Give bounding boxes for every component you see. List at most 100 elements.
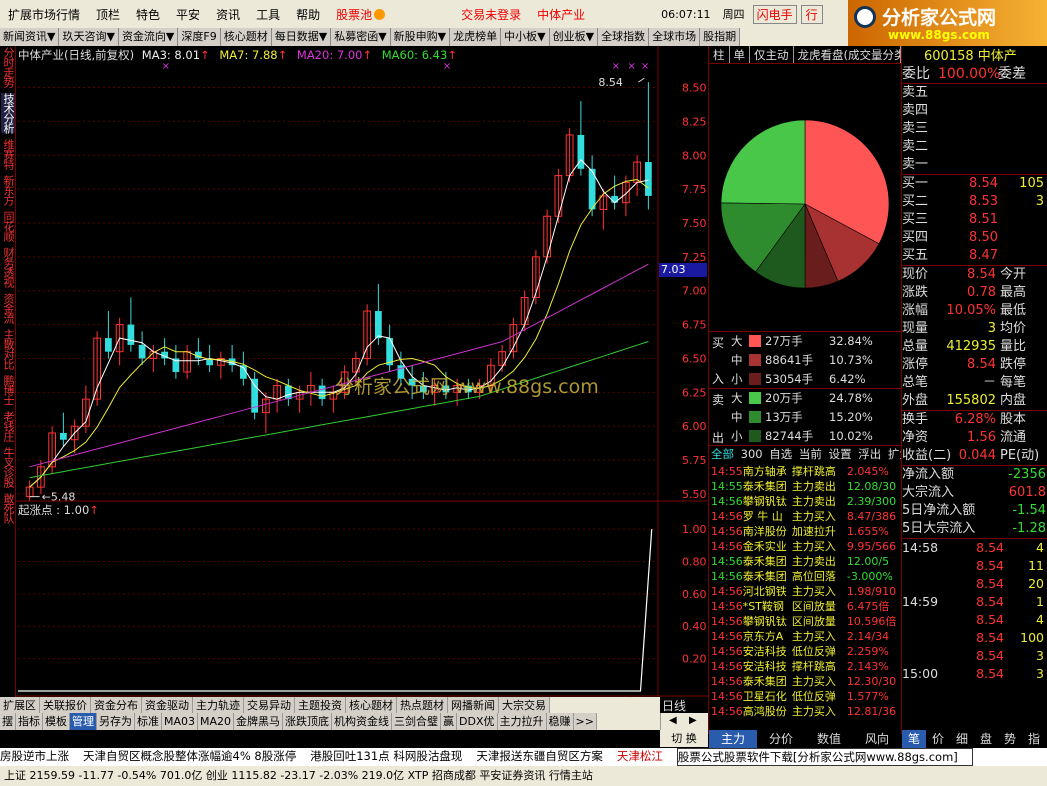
left-tab-weisaite[interactable]: 维赛特	[1, 139, 15, 169]
quote-tab[interactable]: 细	[950, 730, 974, 748]
ind-tab-golden-horse[interactable]: 金牌黑马	[234, 713, 284, 730]
trade-alert-row[interactable]: 14:56 *ST鞍钢 区间放量 6.475倍	[711, 599, 901, 614]
filter-current[interactable]: 当前	[799, 447, 822, 461]
ext-tab-area[interactable]: 扩展区	[0, 697, 40, 714]
row-button[interactable]: 行	[800, 4, 823, 24]
flow-bottom-tab-value[interactable]: 数值	[805, 730, 853, 748]
ext-tab-webcast[interactable]: 网播新闻	[448, 697, 499, 714]
menu-item-features[interactable]: 特色	[128, 6, 168, 23]
toolbar-global-market[interactable]: 全球市场	[649, 28, 701, 46]
quote-tab[interactable]: 势	[998, 730, 1022, 748]
ind-tab-manage[interactable]: 管理	[70, 713, 97, 730]
flow-tab-dragon[interactable]: 龙虎看盘(成交量分类)	[794, 46, 901, 63]
ind-tab-ddx[interactable]: DDX优	[457, 713, 498, 730]
filter-expand[interactable]: 扩大	[888, 447, 901, 461]
quote-tab[interactable]: 笔	[902, 730, 926, 748]
scroll-arrows[interactable]: ◀ ▶	[660, 713, 708, 730]
ext-tab-hot[interactable]: 热点题材	[397, 697, 448, 714]
ind-prefix[interactable]: 摆	[0, 713, 16, 730]
toolbar-private[interactable]: 私募密函▼	[331, 28, 391, 46]
menu-item-extended-market[interactable]: 扩展市场行情	[0, 6, 88, 23]
ext-tab-capital-drive[interactable]: 资金驱动	[142, 697, 193, 714]
ticker-item[interactable]: 天津报送东疆自贸区方案	[476, 748, 617, 766]
switch-button[interactable]: 切 换	[660, 730, 708, 747]
flow-tab-single[interactable]: 单	[730, 46, 750, 63]
ind-tab-topbottom[interactable]: 涨跌顶底	[283, 713, 333, 730]
left-tab-main-retail[interactable]: 主散对比	[1, 329, 15, 369]
trade-alert-row[interactable]: 14:56 京东方A 主力买入 2.14/34	[711, 629, 901, 644]
toolbar-core-theme[interactable]: 核心题材	[220, 28, 272, 46]
ticker-item[interactable]: 天津自贸区概念股整体涨幅逾4% 8股涨停	[83, 748, 310, 766]
trade-alert-row[interactable]: 14:56 河北钢铁 主力买入 1.98/910	[711, 584, 901, 599]
left-tab-capital[interactable]: 资金流	[1, 293, 15, 323]
toolbar-capital-flow[interactable]: 资金流向▼	[118, 28, 179, 46]
trade-alert-row[interactable]: 14:56 泰禾集团 主力卖出 12.00/5	[711, 554, 901, 569]
scroll-left-icon[interactable]: ◀	[669, 715, 677, 726]
trade-alert-row[interactable]: 14:56 安洁科技 撑杆跳高 2.143%	[711, 659, 901, 674]
ticker-item[interactable]: 天津松江	[617, 748, 677, 766]
stock-pool-menu[interactable]: 股票池	[328, 6, 393, 23]
toolbar-daily-data[interactable]: 每日数据▼	[271, 28, 332, 46]
news-ticker[interactable]: 房股逆市上涨 天津自贸区概念股整体涨幅逾4% 8股涨停 港股回吐131点 科网股…	[0, 748, 1047, 766]
left-tab-technical[interactable]: 技术分析	[1, 93, 15, 133]
filter-float[interactable]: 浮出	[858, 447, 881, 461]
filter-all[interactable]: 全部	[711, 447, 734, 461]
filter-settings[interactable]: 设置	[829, 447, 852, 461]
quote-tab[interactable]: 指	[1022, 730, 1046, 748]
toolbar-news[interactable]: 新闻资讯▼	[0, 28, 60, 46]
ind-tab-inst-capital[interactable]: 机构资金线	[332, 713, 393, 730]
ext-tab-capital-dist[interactable]: 资金分布	[91, 697, 142, 714]
toolbar-sme[interactable]: 中小板▼	[501, 28, 550, 46]
filter-300[interactable]: 300	[741, 447, 763, 461]
trade-status[interactable]: 交易未登录	[453, 6, 529, 23]
menu-item-topbar[interactable]: 顶栏	[88, 6, 128, 23]
menu-item-tools[interactable]: 工具	[248, 6, 288, 23]
trade-alert-row[interactable]: 14:56 攀钢钒钛 区间放量 10.596倍	[711, 614, 901, 629]
period-label[interactable]: 日线	[662, 697, 686, 714]
left-tab-gansidui[interactable]: 敢死队	[1, 493, 15, 523]
left-tab-niucha[interactable]: 牛叉诊股	[1, 447, 15, 487]
toolbar-global-index[interactable]: 全球指数	[598, 28, 650, 46]
trade-alert-row[interactable]: 14:56 罗 牛 山主力买入 8.47/386	[711, 509, 901, 524]
trade-alert-row[interactable]: 14:55 南方轴承 撑杆跳高 2.045%	[711, 464, 901, 479]
ind-tab-standard[interactable]: 标准	[135, 713, 162, 730]
flash-trade-button[interactable]: 闪电手	[752, 4, 797, 24]
scroll-right-icon[interactable]: ▶	[689, 715, 697, 726]
trade-alert-row[interactable]: 14:56 金禾实业 主力买入 9.95/566	[711, 539, 901, 554]
ext-tab-related[interactable]: 关联报价	[40, 697, 91, 714]
trade-alert-row[interactable]: 14:55 泰禾集团 主力卖出 12.08/30	[711, 479, 901, 494]
left-tab-xindongfang[interactable]: 新东方	[1, 175, 15, 205]
toolbar-futures[interactable]: 股指期	[700, 28, 741, 46]
ind-tab-saveas[interactable]: 另存为	[97, 713, 135, 730]
ext-tab-block[interactable]: 大宗交易	[499, 697, 550, 714]
toolbar-gem[interactable]: 创业板▼	[549, 28, 599, 46]
menu-item-help[interactable]: 帮助	[288, 6, 328, 23]
filter-watchlist[interactable]: 自选	[769, 447, 792, 461]
ind-tab-three-swords[interactable]: 三剑合璧	[392, 713, 442, 730]
toolbar-f9[interactable]: 深度F9	[178, 28, 221, 46]
toolbar-dragon-tiger[interactable]: 龙虎榜单	[450, 28, 502, 46]
trade-alert-row[interactable]: 14:56 泰禾集团 高位回落 -3.000%	[711, 569, 901, 584]
ind-tab-template[interactable]: 模板	[43, 713, 70, 730]
flow-bottom-tab-wind[interactable]: 风向	[853, 730, 901, 748]
ext-tab-abnormal[interactable]: 交易异动	[244, 697, 295, 714]
ticker-item[interactable]: 房股逆市上涨	[0, 748, 83, 766]
ticker-item[interactable]: 港股回吐131点 科网股沽盘现	[310, 748, 476, 766]
ind-tab-win[interactable]: 赢	[441, 713, 458, 730]
menu-item-news[interactable]: 资讯	[208, 6, 248, 23]
ext-tab-theme[interactable]: 主题投资	[295, 697, 346, 714]
quote-tab[interactable]: 价	[926, 730, 950, 748]
ind-tab-indicator[interactable]: 指标	[16, 713, 43, 730]
ind-tab-ma20[interactable]: MA20	[198, 713, 235, 730]
ind-tab-more-icon[interactable]: >>	[573, 713, 597, 730]
toolbar-ipo[interactable]: 新股申购▼	[390, 28, 451, 46]
left-tab-pengboshi[interactable]: 鹏博士	[1, 375, 15, 405]
ind-tab-steady[interactable]: 稳赚	[546, 713, 574, 730]
flow-tab-active-only[interactable]: 仅主动	[750, 46, 794, 63]
trade-alert-row[interactable]: 14:56 卫星石化 低位反弹 1.577%	[711, 689, 901, 704]
ext-tab-main-track[interactable]: 主力轨迹	[193, 697, 244, 714]
left-tab-laoqianzhuang[interactable]: 老钱庄	[1, 411, 15, 441]
trade-alert-row[interactable]: 14:56 南洋股份 加速拉升 1.655%	[711, 524, 901, 539]
toolbar-jiutian[interactable]: 玖天咨询▼	[59, 28, 119, 46]
menu-item-pingan[interactable]: 平安	[168, 6, 208, 23]
